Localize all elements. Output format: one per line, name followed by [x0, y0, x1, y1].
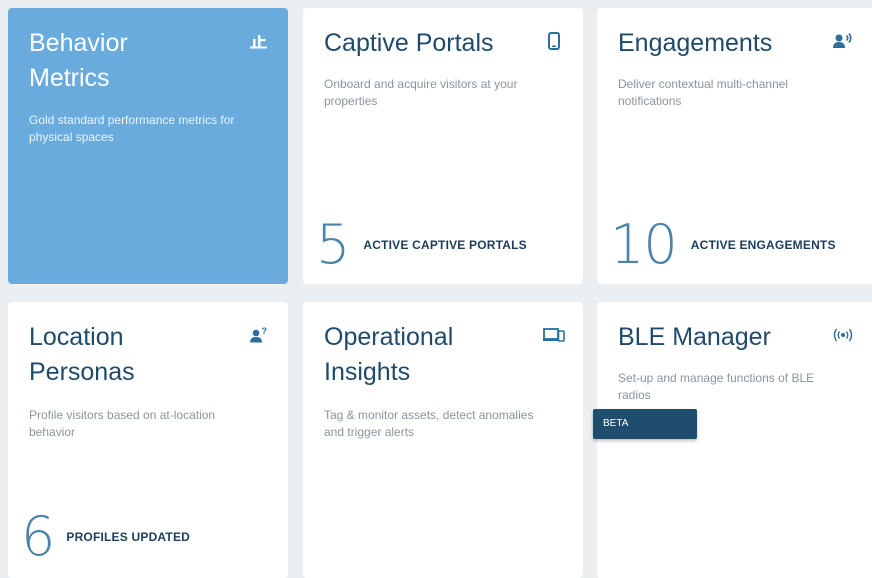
person-broadcast-icon: [832, 30, 854, 52]
app-tiles-grid: Behavior Metrics Gold standard performan…: [0, 0, 872, 578]
card-title-line2: Metrics: [29, 64, 110, 92]
beta-badge: BETA: [593, 409, 697, 439]
ble-manager-card[interactable]: BLE Manager Set-up and manage functions …: [597, 302, 872, 578]
card-title: Location Personas: [29, 320, 229, 390]
devices-icon: [543, 324, 565, 346]
stat-profiles-updated: 6 PROFILES UPDATED: [21, 505, 191, 568]
stat-label: PROFILES UPDATED: [66, 530, 191, 544]
card-title-line1: Operational: [324, 323, 454, 351]
stat-active-engagements: 10 ACTIVE ENGAGEMENTS: [610, 213, 836, 276]
card-title-line2: Personas: [29, 358, 135, 386]
card-title: Captive Portals: [324, 29, 494, 57]
operational-insights-card[interactable]: Operational Insights Tag & monitor asset…: [303, 302, 583, 578]
card-description: Deliver contextual multi-channel notific…: [618, 77, 789, 108]
behavior-metrics-card[interactable]: Behavior Metrics Gold standard performan…: [8, 8, 288, 284]
card-title: Engagements: [618, 29, 773, 57]
card-description: Profile visitors based on at-location be…: [29, 408, 216, 439]
engagements-card[interactable]: Engagements Deliver contextual multi-cha…: [597, 8, 872, 284]
card-title: BLE Manager: [618, 323, 771, 351]
card-title: Behavior Metrics: [29, 26, 229, 96]
stat-label: ACTIVE ENGAGEMENTS: [690, 238, 836, 252]
radio-signal-icon: [832, 324, 854, 346]
captive-portals-card[interactable]: Captive Portals Onboard and acquire visi…: [303, 8, 583, 284]
card-description: Set-up and manage functions of BLE radio…: [618, 371, 815, 402]
card-title-line2: Insights: [324, 358, 411, 386]
card-title-line1: Behavior: [29, 29, 128, 57]
card-title-line1: Location: [29, 323, 124, 351]
location-personas-card[interactable]: Location Personas Profile visitors based…: [8, 302, 288, 578]
stat-value: 5: [316, 213, 350, 276]
bar-chart-icon: [248, 30, 270, 52]
svg-text:?: ?: [262, 327, 268, 336]
stat-label: ACTIVE CAPTIVE PORTALS: [363, 238, 527, 252]
stat-value: 6: [21, 505, 55, 568]
person-question-icon: ?: [248, 324, 270, 346]
stat-value: 10: [610, 213, 678, 276]
card-description: Tag & monitor assets, detect anomalies a…: [324, 408, 534, 439]
stat-active-captive-portals: 5 ACTIVE CAPTIVE PORTALS: [316, 213, 527, 276]
card-title: Operational Insights: [324, 320, 524, 390]
card-description: Gold standard performance metrics for ph…: [29, 113, 235, 144]
mobile-phone-icon: [543, 30, 565, 52]
card-description: Onboard and acquire visitors at your pro…: [324, 77, 518, 108]
